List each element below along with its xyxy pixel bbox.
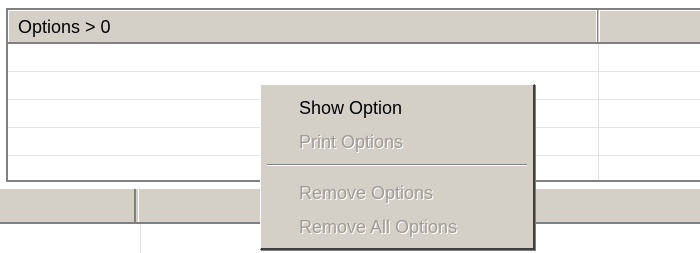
column-divider bbox=[598, 156, 599, 180]
column-divider bbox=[598, 128, 599, 155]
menu-item-show-option[interactable]: Show Option bbox=[299, 97, 402, 119]
menu-item-print-options[interactable]: Print Options bbox=[299, 131, 403, 153]
column-divider bbox=[598, 72, 599, 99]
column-divider bbox=[140, 224, 141, 253]
column-header-options[interactable]: Options > 0 bbox=[8, 10, 598, 42]
column-header-empty[interactable] bbox=[599, 10, 700, 42]
options-table-header: Options > 0 bbox=[8, 10, 700, 44]
column-divider bbox=[598, 100, 599, 127]
column-header-title: Options > 0 bbox=[18, 17, 111, 37]
column-divider bbox=[598, 44, 599, 71]
menu-separator bbox=[267, 164, 527, 166]
context-menu: Show Option Print Options Remove Options… bbox=[260, 84, 535, 250]
menu-item-remove-all-options[interactable]: Remove All Options bbox=[299, 216, 457, 238]
menu-item-remove-options[interactable]: Remove Options bbox=[299, 182, 433, 204]
secondary-column-header-1[interactable] bbox=[0, 189, 136, 222]
table-row[interactable] bbox=[8, 44, 700, 72]
